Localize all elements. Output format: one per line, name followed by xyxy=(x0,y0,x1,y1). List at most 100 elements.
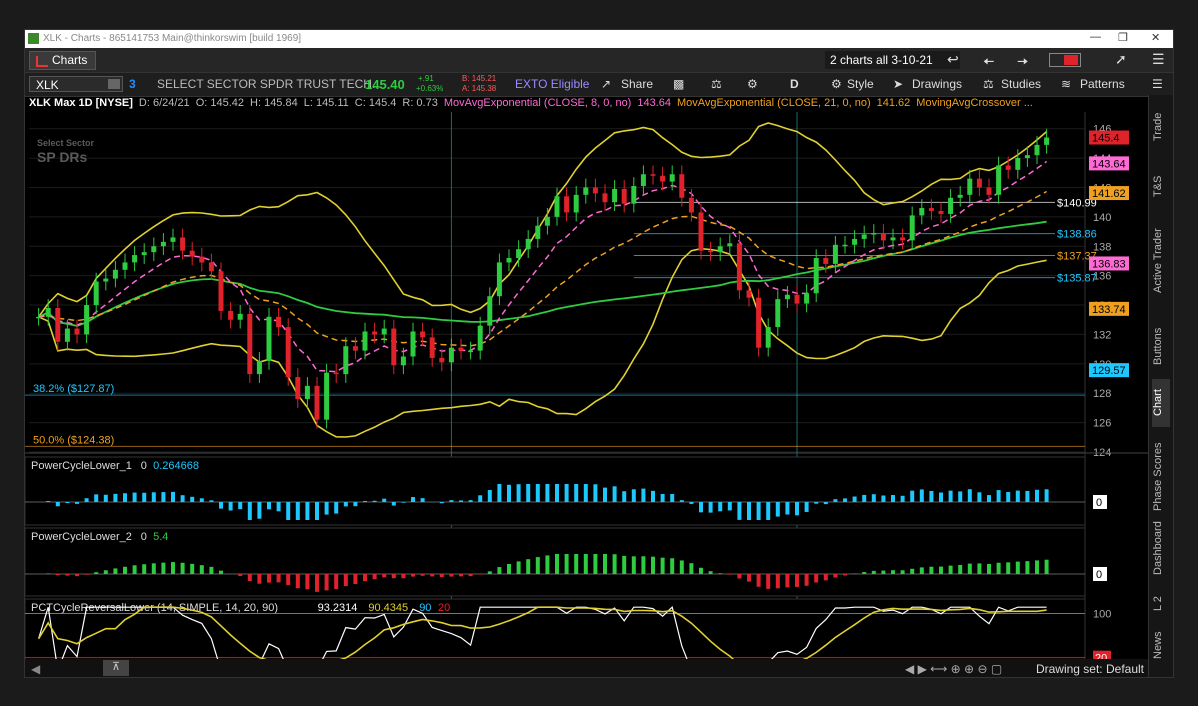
candle-body xyxy=(400,356,406,366)
level-label: $135.87 xyxy=(1057,273,1097,285)
histogram-bar xyxy=(487,571,492,574)
sidebar-tab-news[interactable]: News xyxy=(1152,625,1170,665)
exto-eligible-link[interactable]: EXTO Eligible xyxy=(515,77,589,91)
histogram-bar xyxy=(439,574,444,578)
scrollbar-thumb[interactable]: ⊼ xyxy=(103,660,129,676)
histogram-bar xyxy=(372,574,377,580)
histogram-bar xyxy=(411,497,415,502)
axis-zero-label: 0 xyxy=(1096,497,1102,509)
cursor-icon[interactable]: ➤ xyxy=(893,77,903,91)
candle-body xyxy=(199,256,205,263)
candle-body xyxy=(103,278,109,282)
candle-body xyxy=(180,237,186,251)
axis-zero-label: 0 xyxy=(1096,569,1102,581)
histogram-bar xyxy=(919,567,924,574)
screenshot-icon[interactable]: ▩ xyxy=(673,77,684,91)
chart-area[interactable]: 146144142140138136134132130128126124$140… xyxy=(25,112,1150,678)
undo-icon[interactable]: ↩ xyxy=(947,51,959,68)
style-icon[interactable]: ⚙ xyxy=(831,77,842,91)
tab-charts[interactable]: Charts xyxy=(29,51,97,70)
patterns-button[interactable]: Patterns xyxy=(1080,77,1125,91)
candle-body xyxy=(996,165,1002,195)
histogram-bar xyxy=(689,502,694,504)
sidebar-tab-chart[interactable]: Chart xyxy=(1152,379,1170,427)
sidebar-tab-phase-scores[interactable]: Phase Scores xyxy=(1152,431,1170,523)
link-badge-icon[interactable]: 3 xyxy=(129,77,136,91)
histogram-bar xyxy=(46,573,51,574)
price-tick-label: 140 xyxy=(1093,212,1111,224)
histogram-bar xyxy=(718,573,723,574)
candle-body xyxy=(448,347,454,363)
histogram-bar xyxy=(593,484,598,502)
close-icon[interactable]: ✕ xyxy=(1151,31,1160,44)
fib-label: 38.2% ($127.87) xyxy=(33,383,114,395)
candle-body xyxy=(410,331,416,357)
sidebar-tab-buttons[interactable]: Buttons xyxy=(1152,317,1170,375)
scroll-left-icon[interactable]: ◀ xyxy=(31,662,40,676)
watermark: Select Sector SP DRs xyxy=(37,138,95,165)
power-cycle-lower-1-pane[interactable]: PowerCycleLower_1 0 0.264668 0 xyxy=(25,456,1107,526)
histogram-bar xyxy=(699,567,703,574)
histogram-bar xyxy=(526,559,531,574)
candle-body xyxy=(804,293,810,304)
drawings-button[interactable]: Drawings xyxy=(912,77,962,91)
zoom-controls-icon[interactable]: ◀ ▶ ⟷ ⊕ ⊕ ⊖ ▢ xyxy=(905,662,1002,676)
share-icon[interactable]: ↗ xyxy=(601,77,611,91)
watermark-line1: Select Sector xyxy=(37,138,95,148)
symbol-input[interactable]: XLK xyxy=(29,76,123,92)
histogram-bar xyxy=(295,574,300,589)
histogram-bar xyxy=(555,554,559,574)
histogram-bar xyxy=(219,502,223,509)
power-cycle-lower-2-pane[interactable]: PowerCycleLower_2 0 5.4 0 xyxy=(25,527,1107,597)
sidebar-tab-active-trader[interactable]: Active Trader xyxy=(1152,213,1170,309)
menu-icon[interactable]: ☰ xyxy=(1152,51,1165,68)
histogram-bar xyxy=(315,574,319,592)
gear-icon[interactable]: ⚙ xyxy=(747,77,758,91)
histogram-bar xyxy=(929,490,934,502)
bar-high: H: 145.84 xyxy=(250,97,298,109)
histogram-bar xyxy=(785,574,790,588)
drawing-set-label[interactable]: Drawing set: Default xyxy=(1036,662,1144,676)
candle-body xyxy=(650,174,656,176)
histogram-bar xyxy=(65,574,70,576)
period-button[interactable]: D xyxy=(790,77,799,91)
style-button[interactable]: Style xyxy=(847,77,874,91)
candle-body xyxy=(228,310,234,320)
color-link-icon[interactable] xyxy=(1049,53,1081,67)
candle-body xyxy=(36,316,42,319)
candle-body xyxy=(381,328,387,335)
histogram-bar xyxy=(228,502,233,511)
patterns-icon[interactable]: ≋ xyxy=(1061,77,1071,91)
restore-icon[interactable]: ❐ xyxy=(1118,31,1128,44)
candle-body xyxy=(122,262,128,270)
histogram-bar xyxy=(1025,561,1030,574)
chart-menu-icon[interactable]: ☰ xyxy=(1152,77,1163,91)
candle-body xyxy=(756,297,762,348)
sidebar-tab-trade[interactable]: Trade xyxy=(1152,103,1170,151)
candle-body xyxy=(765,327,771,348)
candle-body xyxy=(775,299,781,328)
sidebar-tab-l2[interactable]: L 2 xyxy=(1152,589,1170,619)
chevron-down-icon[interactable] xyxy=(108,79,120,89)
histogram-bar xyxy=(507,563,511,574)
histogram-bar xyxy=(1025,490,1030,502)
crossover-label: MovingAvgCrossover ... xyxy=(916,97,1033,109)
grid-layout-select[interactable]: 2 charts all 3-10-21 xyxy=(825,51,960,69)
studies-icon[interactable]: ⚖ xyxy=(983,77,994,91)
histogram-bar xyxy=(814,574,819,583)
histogram-bar xyxy=(113,493,118,502)
histogram-bar xyxy=(142,492,147,502)
histogram-bar xyxy=(737,502,742,520)
histogram-bar xyxy=(286,502,291,520)
bottom-bar: ◀ ⊼ ◀ ▶ ⟷ ⊕ ⊕ ⊖ ▢ Drawing set: Default xyxy=(25,659,1150,677)
flask-icon[interactable]: ⚖ xyxy=(711,77,722,91)
pin-icon[interactable]: ➚ xyxy=(1115,51,1127,68)
minimize-icon[interactable]: — xyxy=(1090,31,1101,43)
right-sidebar: Trade T&S Active Trader Buttons Chart Ph… xyxy=(1148,95,1173,677)
sidebar-tab-ts[interactable]: T&S xyxy=(1152,169,1170,203)
sidebar-tab-dashboard[interactable]: Dashboard xyxy=(1152,515,1170,581)
studies-button[interactable]: Studies xyxy=(1001,77,1041,91)
histogram-bar xyxy=(670,558,675,574)
share-button[interactable]: Share xyxy=(621,77,653,91)
histogram-bar xyxy=(391,502,396,506)
